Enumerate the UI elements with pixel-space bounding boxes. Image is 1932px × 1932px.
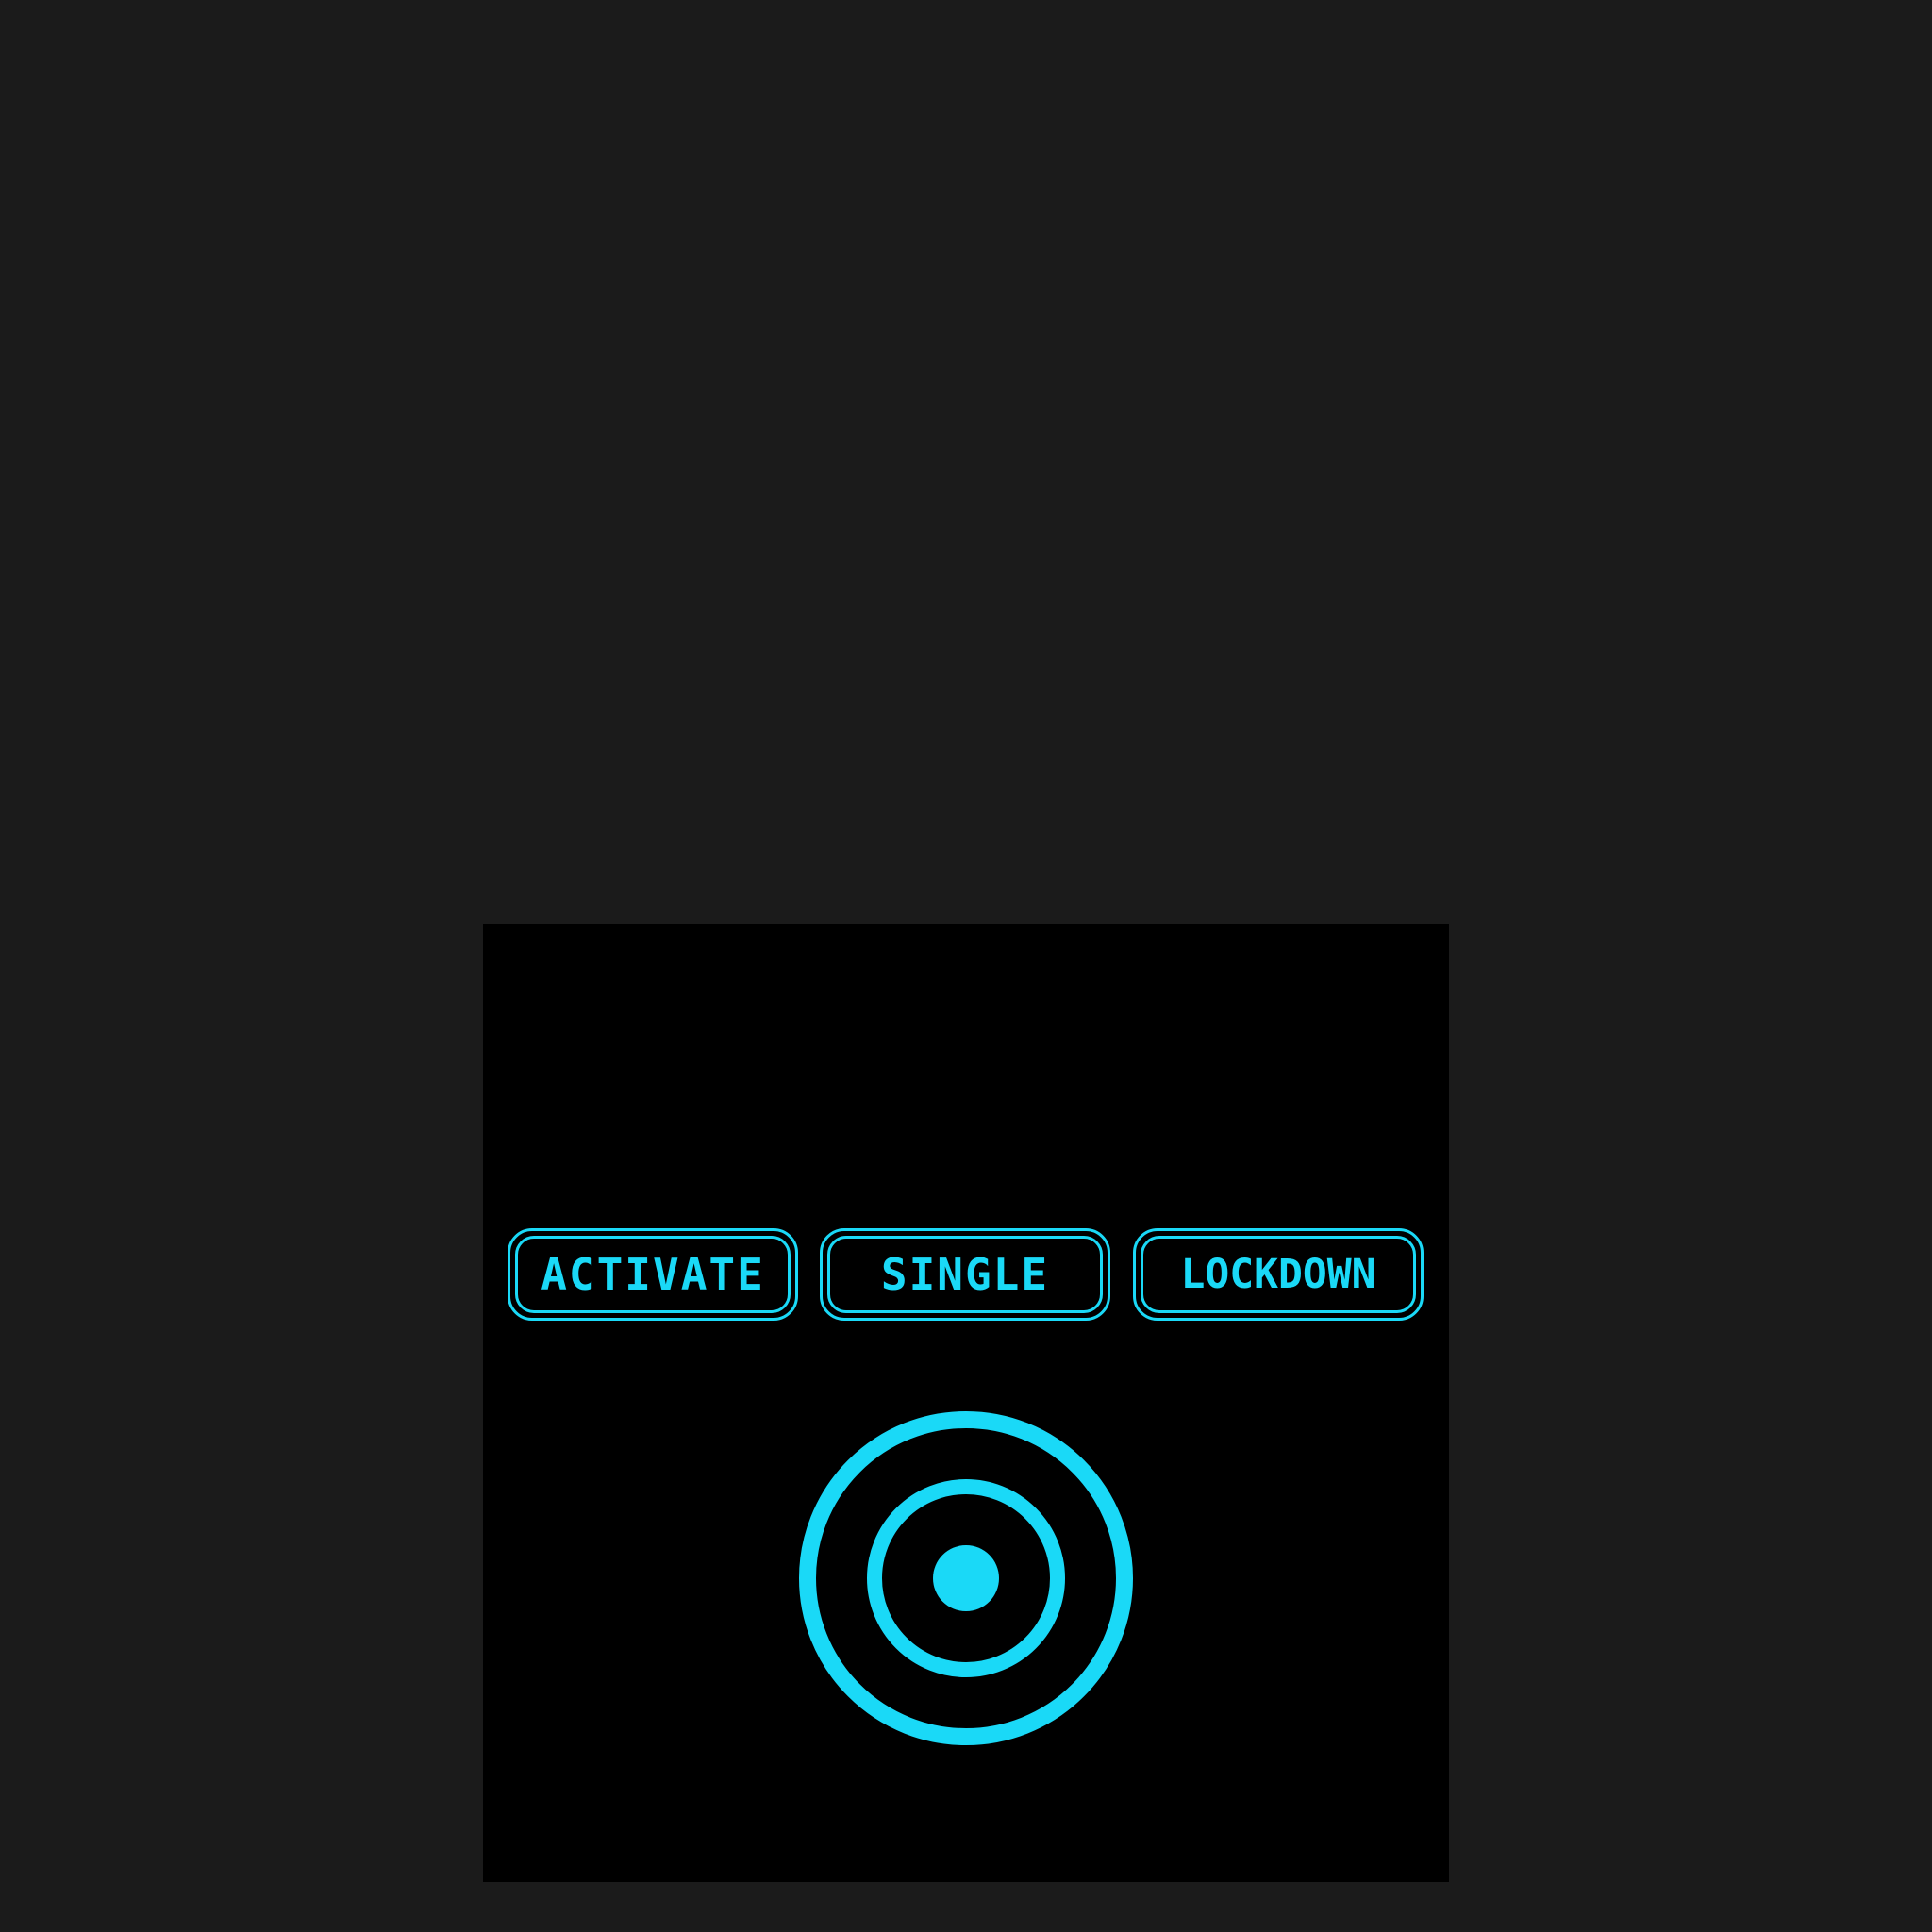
target-button[interactable] [797, 1409, 1135, 1747]
lockdown-button-label: LOCKDOWN [1180, 1250, 1376, 1298]
control-panel: ACTIVATE SINGLE LOCKDOWN [483, 924, 1449, 1882]
lockdown-button[interactable]: LOCKDOWN [1133, 1228, 1424, 1321]
target-center-dot [933, 1545, 999, 1611]
single-button-label: SINGLE [880, 1249, 1050, 1300]
single-button[interactable]: SINGLE [820, 1228, 1110, 1321]
activate-button[interactable]: ACTIVATE [508, 1228, 798, 1321]
target-icon [799, 1411, 1133, 1745]
activate-button-label: ACTIVATE [541, 1249, 765, 1300]
